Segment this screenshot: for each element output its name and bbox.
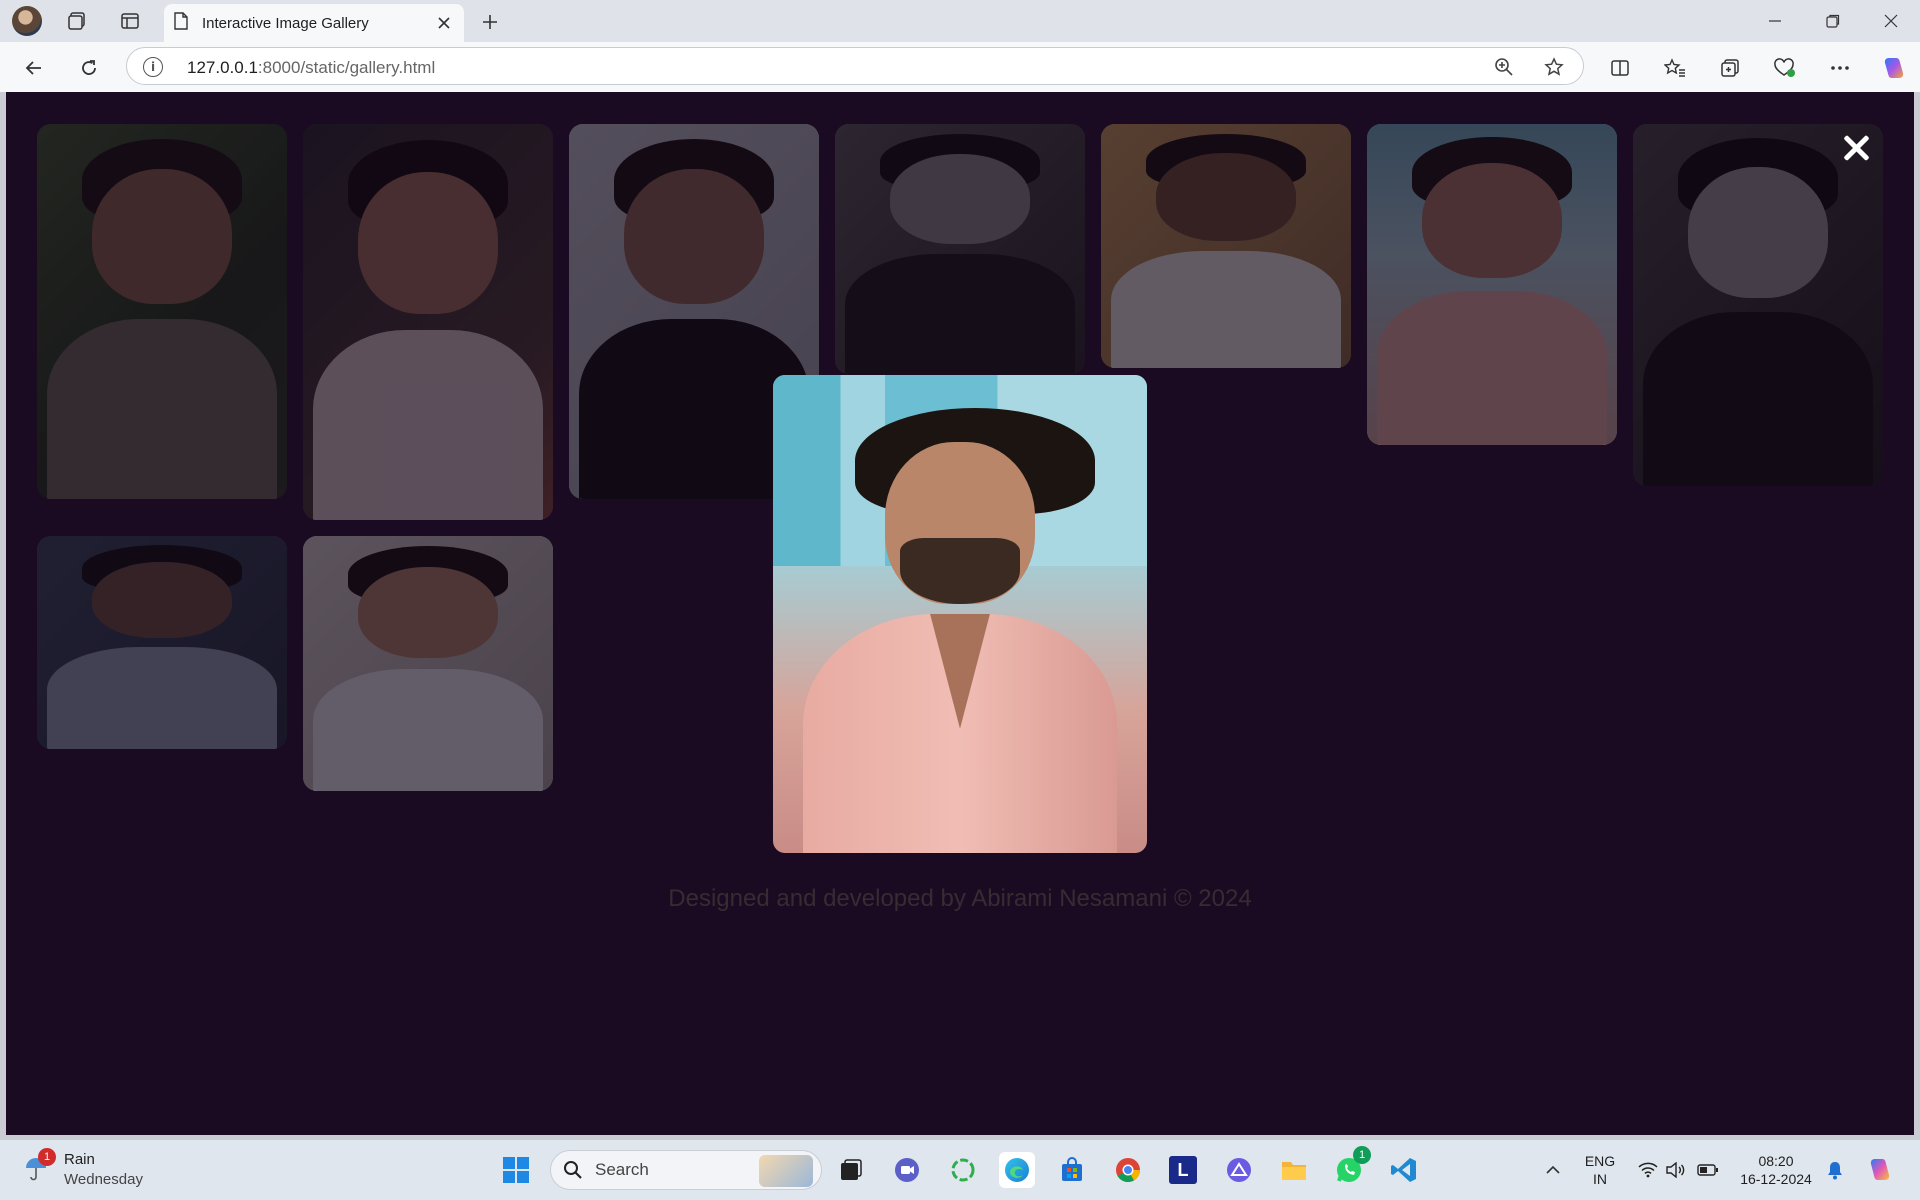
tab-gallery[interactable]: Interactive Image Gallery	[164, 4, 464, 42]
footer-credit: Designed and developed by Abirami Nesama…	[668, 885, 1252, 912]
clock-time: 08:20	[1758, 1153, 1794, 1169]
minimize-icon[interactable]	[1752, 6, 1798, 36]
clock[interactable]: 08:20 16-12-2024	[1730, 1152, 1822, 1188]
battery-icon[interactable]	[1690, 1152, 1726, 1188]
tab-actions-icon[interactable]	[117, 8, 143, 34]
more-options-icon[interactable]	[1824, 52, 1856, 84]
language-indicator[interactable]: ENG IN	[1580, 1152, 1620, 1188]
gallery-photo[interactable]	[1633, 124, 1883, 486]
teams-meet-icon[interactable]	[889, 1152, 925, 1188]
edge-browser-icon[interactable]	[999, 1152, 1035, 1188]
notification-bell-icon[interactable]	[1817, 1152, 1853, 1188]
whatsapp-badge: 1	[1353, 1146, 1371, 1164]
windows-start-icon[interactable]	[498, 1152, 534, 1188]
gallery-photo[interactable]	[1367, 124, 1617, 445]
favorite-star-icon[interactable]	[1543, 56, 1565, 78]
weather-label: Rain	[64, 1151, 95, 1168]
collections-icon[interactable]	[1714, 52, 1746, 84]
site-info-icon[interactable]: i	[143, 57, 163, 77]
lightbox-image	[773, 375, 1147, 853]
close-tab-icon[interactable]	[434, 13, 454, 33]
gallery-photo[interactable]	[303, 536, 553, 791]
url-text[interactable]: 127.0.0.1:8000/static/gallery.html	[187, 58, 435, 78]
copilot-taskbar-icon[interactable]	[1862, 1152, 1898, 1188]
microsoft-store-icon[interactable]	[1054, 1152, 1090, 1188]
taskbar-search[interactable]: Search	[550, 1150, 822, 1190]
profile-avatar[interactable]	[12, 6, 42, 36]
whatsapp-icon[interactable]: 1	[1331, 1146, 1371, 1188]
l-app-icon[interactable]: L	[1165, 1152, 1201, 1188]
page-icon	[174, 11, 188, 35]
task-view-icon[interactable]	[833, 1152, 869, 1188]
chrome-icon[interactable]	[1110, 1152, 1146, 1188]
region-code: IN	[1593, 1171, 1607, 1187]
search-highlight-icon	[759, 1155, 813, 1187]
refresh-app-icon[interactable]	[945, 1152, 981, 1188]
back-icon[interactable]	[18, 52, 50, 84]
zoom-icon[interactable]	[1493, 56, 1515, 78]
close-lightbox-button[interactable]	[1842, 134, 1870, 162]
gallery-photo[interactable]	[303, 124, 553, 520]
search-placeholder: Search	[595, 1160, 649, 1179]
clock-date: 16-12-2024	[1740, 1171, 1812, 1187]
gallery-photo[interactable]	[1101, 124, 1351, 368]
app-triangle-icon[interactable]	[1221, 1152, 1257, 1188]
file-explorer-icon[interactable]	[1276, 1152, 1312, 1188]
gallery-photo[interactable]	[835, 124, 1085, 374]
browser-essentials-icon[interactable]	[1769, 52, 1801, 84]
volume-icon[interactable]	[1657, 1152, 1693, 1188]
workspaces-icon[interactable]	[64, 8, 90, 34]
taskbar: 1 Rain Wednesday Search L 1 ENG IN 08:20…	[0, 1140, 1920, 1200]
refresh-icon[interactable]	[73, 52, 105, 84]
copilot-icon[interactable]	[1878, 52, 1910, 84]
restore-icon[interactable]	[1810, 6, 1856, 36]
search-icon	[564, 1161, 582, 1179]
chevron-up-icon[interactable]	[1535, 1152, 1571, 1188]
close-window-icon[interactable]	[1868, 6, 1914, 36]
gallery-photo[interactable]	[37, 124, 287, 499]
url-path: :8000/static/gallery.html	[257, 58, 436, 77]
language-code: ENG	[1584, 1153, 1616, 1169]
new-tab-icon[interactable]	[476, 8, 504, 36]
browser-tab-strip: Interactive Image Gallery	[0, 0, 1920, 42]
weather-badge: 1	[38, 1148, 56, 1166]
navigation-bar: i 127.0.0.1:8000/static/gallery.html	[0, 42, 1920, 92]
url-host: 127.0.0.1	[187, 58, 258, 77]
page-viewport: Designed and developed by Abirami Nesama…	[6, 92, 1914, 1135]
favorites-icon[interactable]	[1659, 52, 1691, 84]
weather-day: Wednesday	[64, 1171, 143, 1188]
split-screen-icon[interactable]	[1604, 52, 1636, 84]
gallery-photo[interactable]	[37, 536, 287, 749]
address-bar[interactable]: i 127.0.0.1:8000/static/gallery.html	[126, 47, 1584, 85]
vscode-icon[interactable]	[1386, 1152, 1422, 1188]
tab-title: Interactive Image Gallery	[202, 14, 369, 32]
